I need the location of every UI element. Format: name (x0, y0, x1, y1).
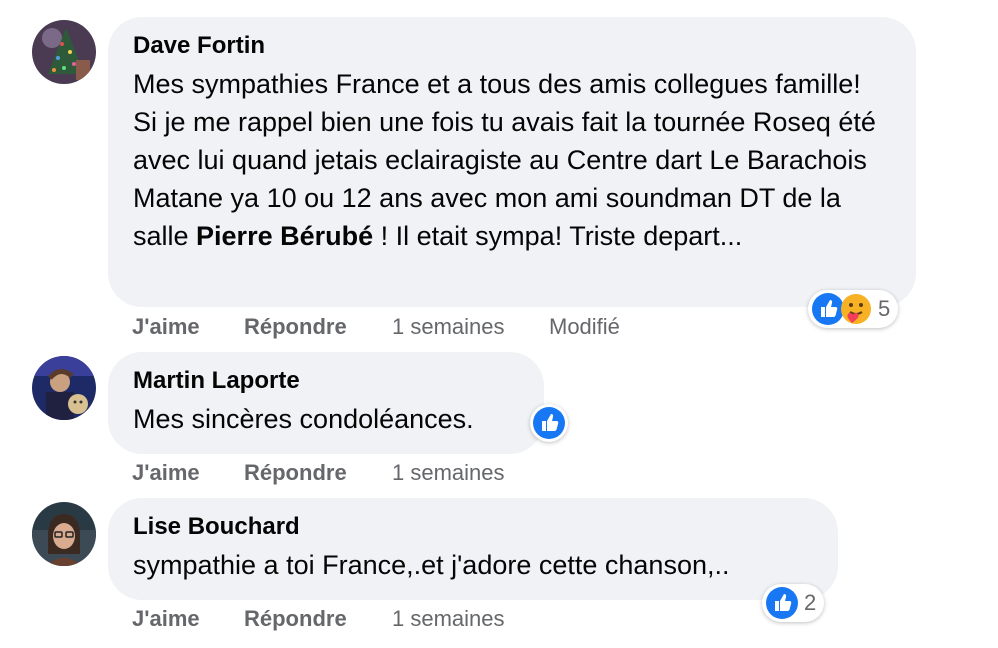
avatar[interactable] (32, 502, 96, 566)
comment-text: sympathie a toi France,.et j'adore cette… (133, 550, 730, 580)
reply-button[interactable]: Répondre (244, 606, 347, 632)
reaction-count: 2 (804, 590, 817, 615)
comment-author[interactable]: Lise Bouchard (133, 512, 814, 542)
comment-bubble: Lise Bouchard sympathie a toi France,.et… (108, 498, 838, 600)
like-icon (766, 587, 798, 619)
reactions-summary[interactable]: 2 (762, 584, 825, 622)
like-button[interactable]: J'aime (132, 606, 200, 632)
timestamp-link[interactable]: 1 semaines (392, 606, 505, 632)
comment-lise-bouchard: Lise Bouchard sympathie a toi France,.et… (0, 0, 998, 648)
